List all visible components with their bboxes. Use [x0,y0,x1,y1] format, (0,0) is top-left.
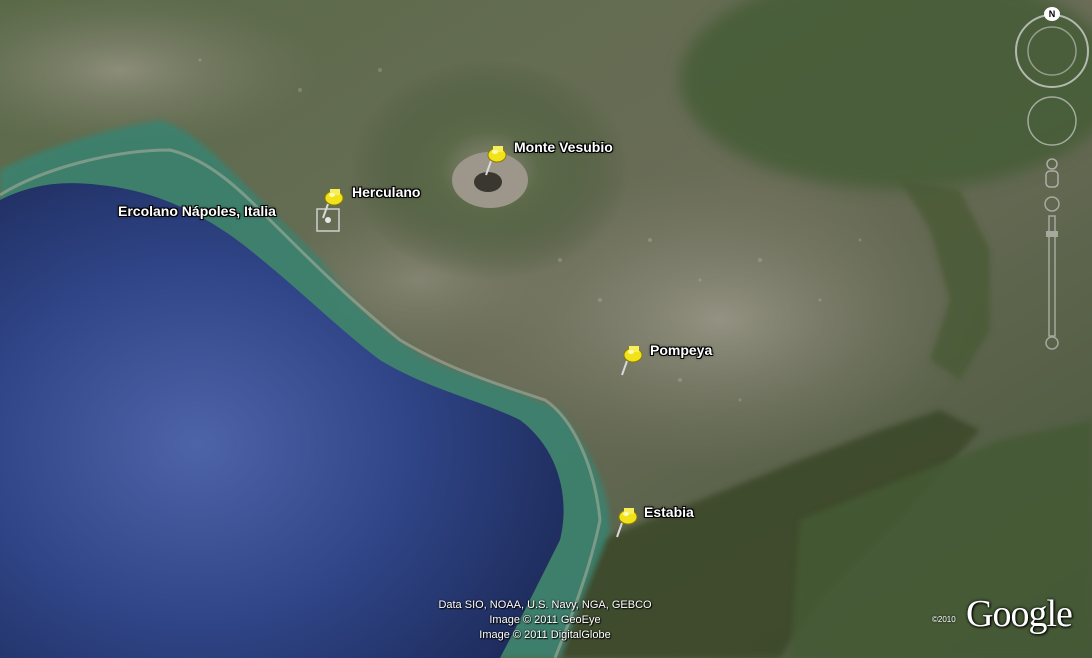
copyright-year: ©2010 [932,615,956,624]
credit-line-geoeye: Image © 2011 GeoEye [489,614,601,626]
imagery-credits: Data SIO, NOAA, U.S. Navy, NGA, GEBCO Im… [410,598,680,643]
pushpin-icon-vesubio[interactable] [483,143,509,177]
pushpin-icon-herculano[interactable] [320,186,346,220]
label-herculano: Herculano [352,184,421,200]
credit-line-digitalglobe: Image © 2011 DigitalGlobe [479,629,611,641]
label-pompeya: Pompeya [650,342,713,358]
label-ercolano-napoles: Ercolano Nápoles, Italia [118,203,276,219]
zoom-out-icon[interactable] [1045,336,1059,350]
credit-line-data: Data SIO, NOAA, U.S. Navy, NGA, GEBCO [438,599,652,611]
map-viewport[interactable]: Monte Vesubio Herculano Ercolano Nápoles… [0,0,1092,658]
compass-north-button[interactable]: N [1044,7,1060,21]
compass-ring-icon[interactable] [1015,14,1089,88]
google-logo: Google [966,593,1073,635]
label-estabia: Estabia [644,504,694,520]
navigation-controls [1015,14,1089,350]
zoom-slider[interactable] [1044,196,1060,350]
street-view-pegman-icon[interactable] [1045,158,1059,188]
satellite-imagery[interactable] [0,0,1092,658]
pushpin-icon-estabia[interactable] [614,505,640,539]
pushpin-icon-pompeya[interactable] [619,343,645,377]
move-joystick-icon[interactable] [1027,96,1077,146]
label-monte-vesubio: Monte Vesubio [514,139,613,155]
zoom-in-icon[interactable] [1044,196,1060,212]
zoom-thumb[interactable] [1046,231,1058,237]
look-joystick-icon[interactable] [1027,26,1077,76]
